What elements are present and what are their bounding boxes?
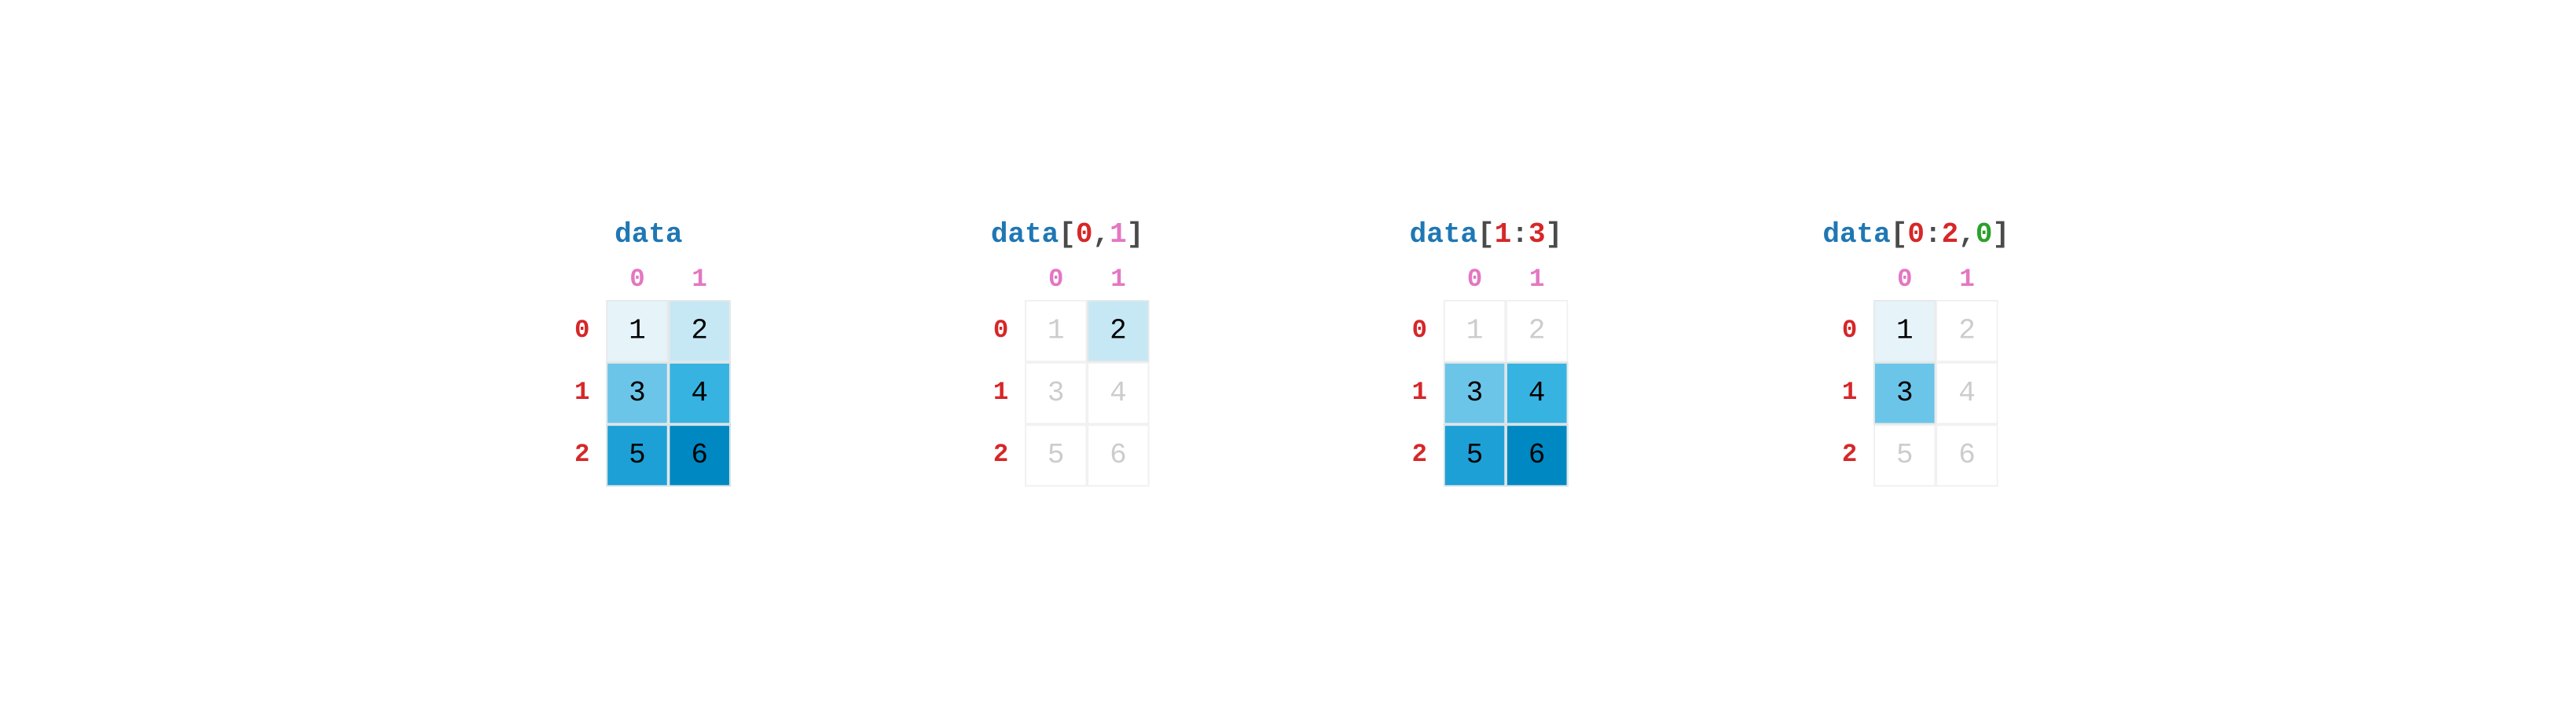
panel-data-1-3: data[1:3] 0 1 0 1 2 1 3 4 2 5 6 (1404, 219, 1568, 486)
array-grid: 0 1 0 1 2 1 3 4 2 5 6 (1834, 261, 1998, 487)
grid-corner (1834, 261, 1873, 300)
col-header-1: 1 (1087, 261, 1149, 300)
panel-title: data[0,1] (991, 219, 1144, 251)
cell-1-0: 3 (1025, 362, 1087, 424)
title-part: ] (1127, 219, 1144, 251)
cell-2-1: 6 (668, 424, 730, 486)
cell-2-1: 6 (1936, 424, 1998, 486)
title-part: data (991, 219, 1059, 251)
panel-data-0-2-0: data[0:2,0] 0 1 0 1 2 1 3 4 2 5 6 (1822, 219, 2009, 486)
title-part: ] (1992, 219, 2009, 251)
title-part: 0 (1976, 219, 1993, 251)
cell-0-0: 1 (1873, 300, 1936, 362)
cell-1-0: 3 (1873, 362, 1936, 424)
panel-data: data 0 1 0 1 2 1 3 4 2 5 6 (567, 219, 731, 486)
row-header-2: 2 (567, 424, 606, 486)
grid-corner (1404, 261, 1443, 300)
col-header-0: 0 (1025, 261, 1087, 300)
col-header-0: 0 (1873, 261, 1936, 300)
title-part: data (1410, 219, 1477, 251)
title-part: 0 (1076, 219, 1093, 251)
cell-2-1: 6 (1506, 424, 1568, 486)
row-header-1: 1 (985, 362, 1025, 424)
cell-1-1: 4 (1087, 362, 1149, 424)
row-header-1: 1 (567, 362, 606, 424)
row-header-0: 0 (567, 300, 606, 362)
title-part: 3 (1528, 219, 1546, 251)
cell-2-0: 5 (1444, 424, 1506, 486)
title-part: : (1925, 219, 1942, 251)
row-header-2: 2 (1404, 424, 1443, 486)
col-header-1: 1 (668, 261, 730, 300)
row-header-1: 1 (1834, 362, 1873, 424)
title-part: [ (1891, 219, 1908, 251)
grid-corner (567, 261, 606, 300)
cell-2-0: 5 (1873, 424, 1936, 486)
cell-2-0: 5 (1025, 424, 1087, 486)
diagram-container: data 0 1 0 1 2 1 3 4 2 5 6 data[0,1] 0 1… (567, 219, 2009, 486)
cell-1-1: 4 (1506, 362, 1568, 424)
title-part: ] (1546, 219, 1563, 251)
cell-2-1: 6 (1087, 424, 1149, 486)
cell-1-0: 3 (1444, 362, 1506, 424)
row-header-0: 0 (985, 300, 1025, 362)
cell-0-1: 2 (1936, 300, 1998, 362)
array-grid: 0 1 0 1 2 1 3 4 2 5 6 (567, 261, 731, 487)
cell-0-0: 1 (1025, 300, 1087, 362)
title-part: 0 (1907, 219, 1925, 251)
cell-0-1: 2 (1087, 300, 1149, 362)
title-part: 1 (1110, 219, 1127, 251)
title-part: , (1092, 219, 1110, 251)
cell-0-0: 1 (606, 300, 668, 362)
panel-title: data[0:2,0] (1822, 219, 2009, 251)
col-header-0: 0 (606, 261, 668, 300)
row-header-0: 0 (1834, 300, 1873, 362)
row-header-2: 2 (985, 424, 1025, 486)
title-part: data (1822, 219, 1890, 251)
panel-title: data (615, 219, 682, 251)
title-part: [ (1477, 219, 1495, 251)
col-header-1: 1 (1936, 261, 1998, 300)
title-part: , (1958, 219, 1976, 251)
cell-0-0: 1 (1444, 300, 1506, 362)
panel-title: data[1:3] (1410, 219, 1563, 251)
row-header-2: 2 (1834, 424, 1873, 486)
title-part: : (1511, 219, 1528, 251)
cell-0-1: 2 (1506, 300, 1568, 362)
title-part: [ (1059, 219, 1076, 251)
title-part: 1 (1495, 219, 1512, 251)
cell-2-0: 5 (606, 424, 668, 486)
col-header-1: 1 (1506, 261, 1568, 300)
cell-1-0: 3 (606, 362, 668, 424)
panel-data-0-1: data[0,1] 0 1 0 1 2 1 3 4 2 5 6 (985, 219, 1150, 486)
cell-1-1: 4 (1936, 362, 1998, 424)
row-header-1: 1 (1404, 362, 1443, 424)
title-part: data (615, 219, 682, 251)
cell-1-1: 4 (668, 362, 730, 424)
col-header-0: 0 (1444, 261, 1506, 300)
row-header-0: 0 (1404, 300, 1443, 362)
array-grid: 0 1 0 1 2 1 3 4 2 5 6 (1404, 261, 1568, 487)
title-part: 2 (1942, 219, 1959, 251)
cell-0-1: 2 (668, 300, 730, 362)
grid-corner (985, 261, 1025, 300)
array-grid: 0 1 0 1 2 1 3 4 2 5 6 (985, 261, 1150, 487)
